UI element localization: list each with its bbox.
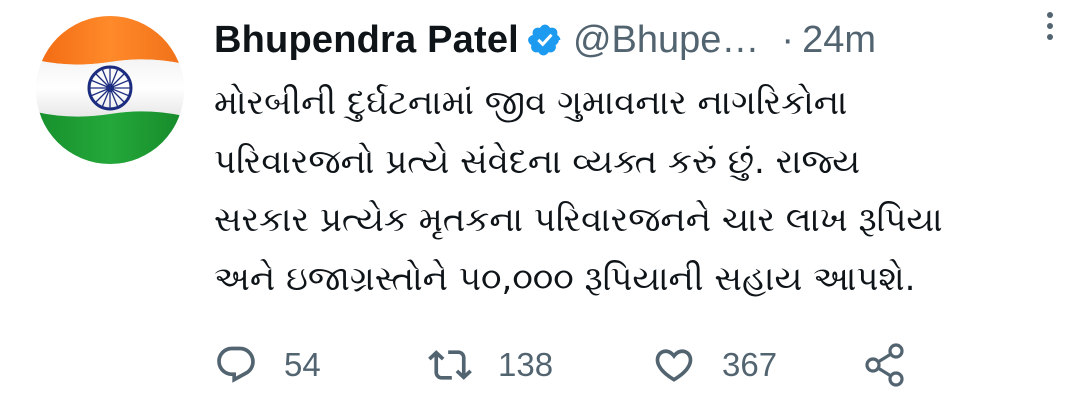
tweet-text-line: સરકાર પ્રત્યેક મૃતકના પરિવારજનને ચાર લાખ… [214,200,943,240]
tweet-timestamp[interactable]: 24m [802,19,876,62]
tweet-text: મોરબીની દુર્ઘટનામાં જીવ ગુમાવનાર નાગરિકો… [214,74,1054,308]
tweet-header: Bhupendra Patel @Bhupe… · 24m [214,14,1044,66]
verified-badge-icon [527,22,563,58]
author-name[interactable]: Bhupendra Patel [214,19,519,62]
like-count: 367 [722,346,778,383]
reply-button[interactable]: 54 [214,340,321,390]
avatar[interactable] [36,16,184,164]
reply-count: 54 [284,346,321,383]
tweet-actions: 54 138 367 [214,340,1034,390]
tweet-text-line: અને ઇજાગ્રસ્તોને ૫૦,૦૦૦ રૂપિયાની સહાય આપ… [214,258,916,299]
more-vertical-icon[interactable] [1044,8,1056,44]
retweet-count: 138 [498,346,554,383]
tweet-text-line: પરિવારજનો પ્રત્યે સંવેદના વ્યક્ત કરું છુ… [214,141,861,182]
share-icon [865,343,904,387]
tweet-text-line: મોરબીની દુર્ઘટનામાં જીવ ગુમાવનાર નાગરિકો… [214,83,848,123]
retweet-icon [428,350,472,380]
author-handle[interactable]: @Bhupe… [573,19,759,62]
header-separator: · [781,18,795,61]
retweet-button[interactable]: 138 [428,340,553,390]
heart-icon [655,349,693,382]
indian-flag-avatar-image [36,16,184,164]
share-button[interactable] [862,340,908,390]
like-button[interactable]: 367 [652,340,777,390]
reply-icon [217,346,255,383]
tweet-card[interactable]: Bhupendra Patel @Bhupe… · 24m મોરબીની દુ… [0,0,1080,409]
